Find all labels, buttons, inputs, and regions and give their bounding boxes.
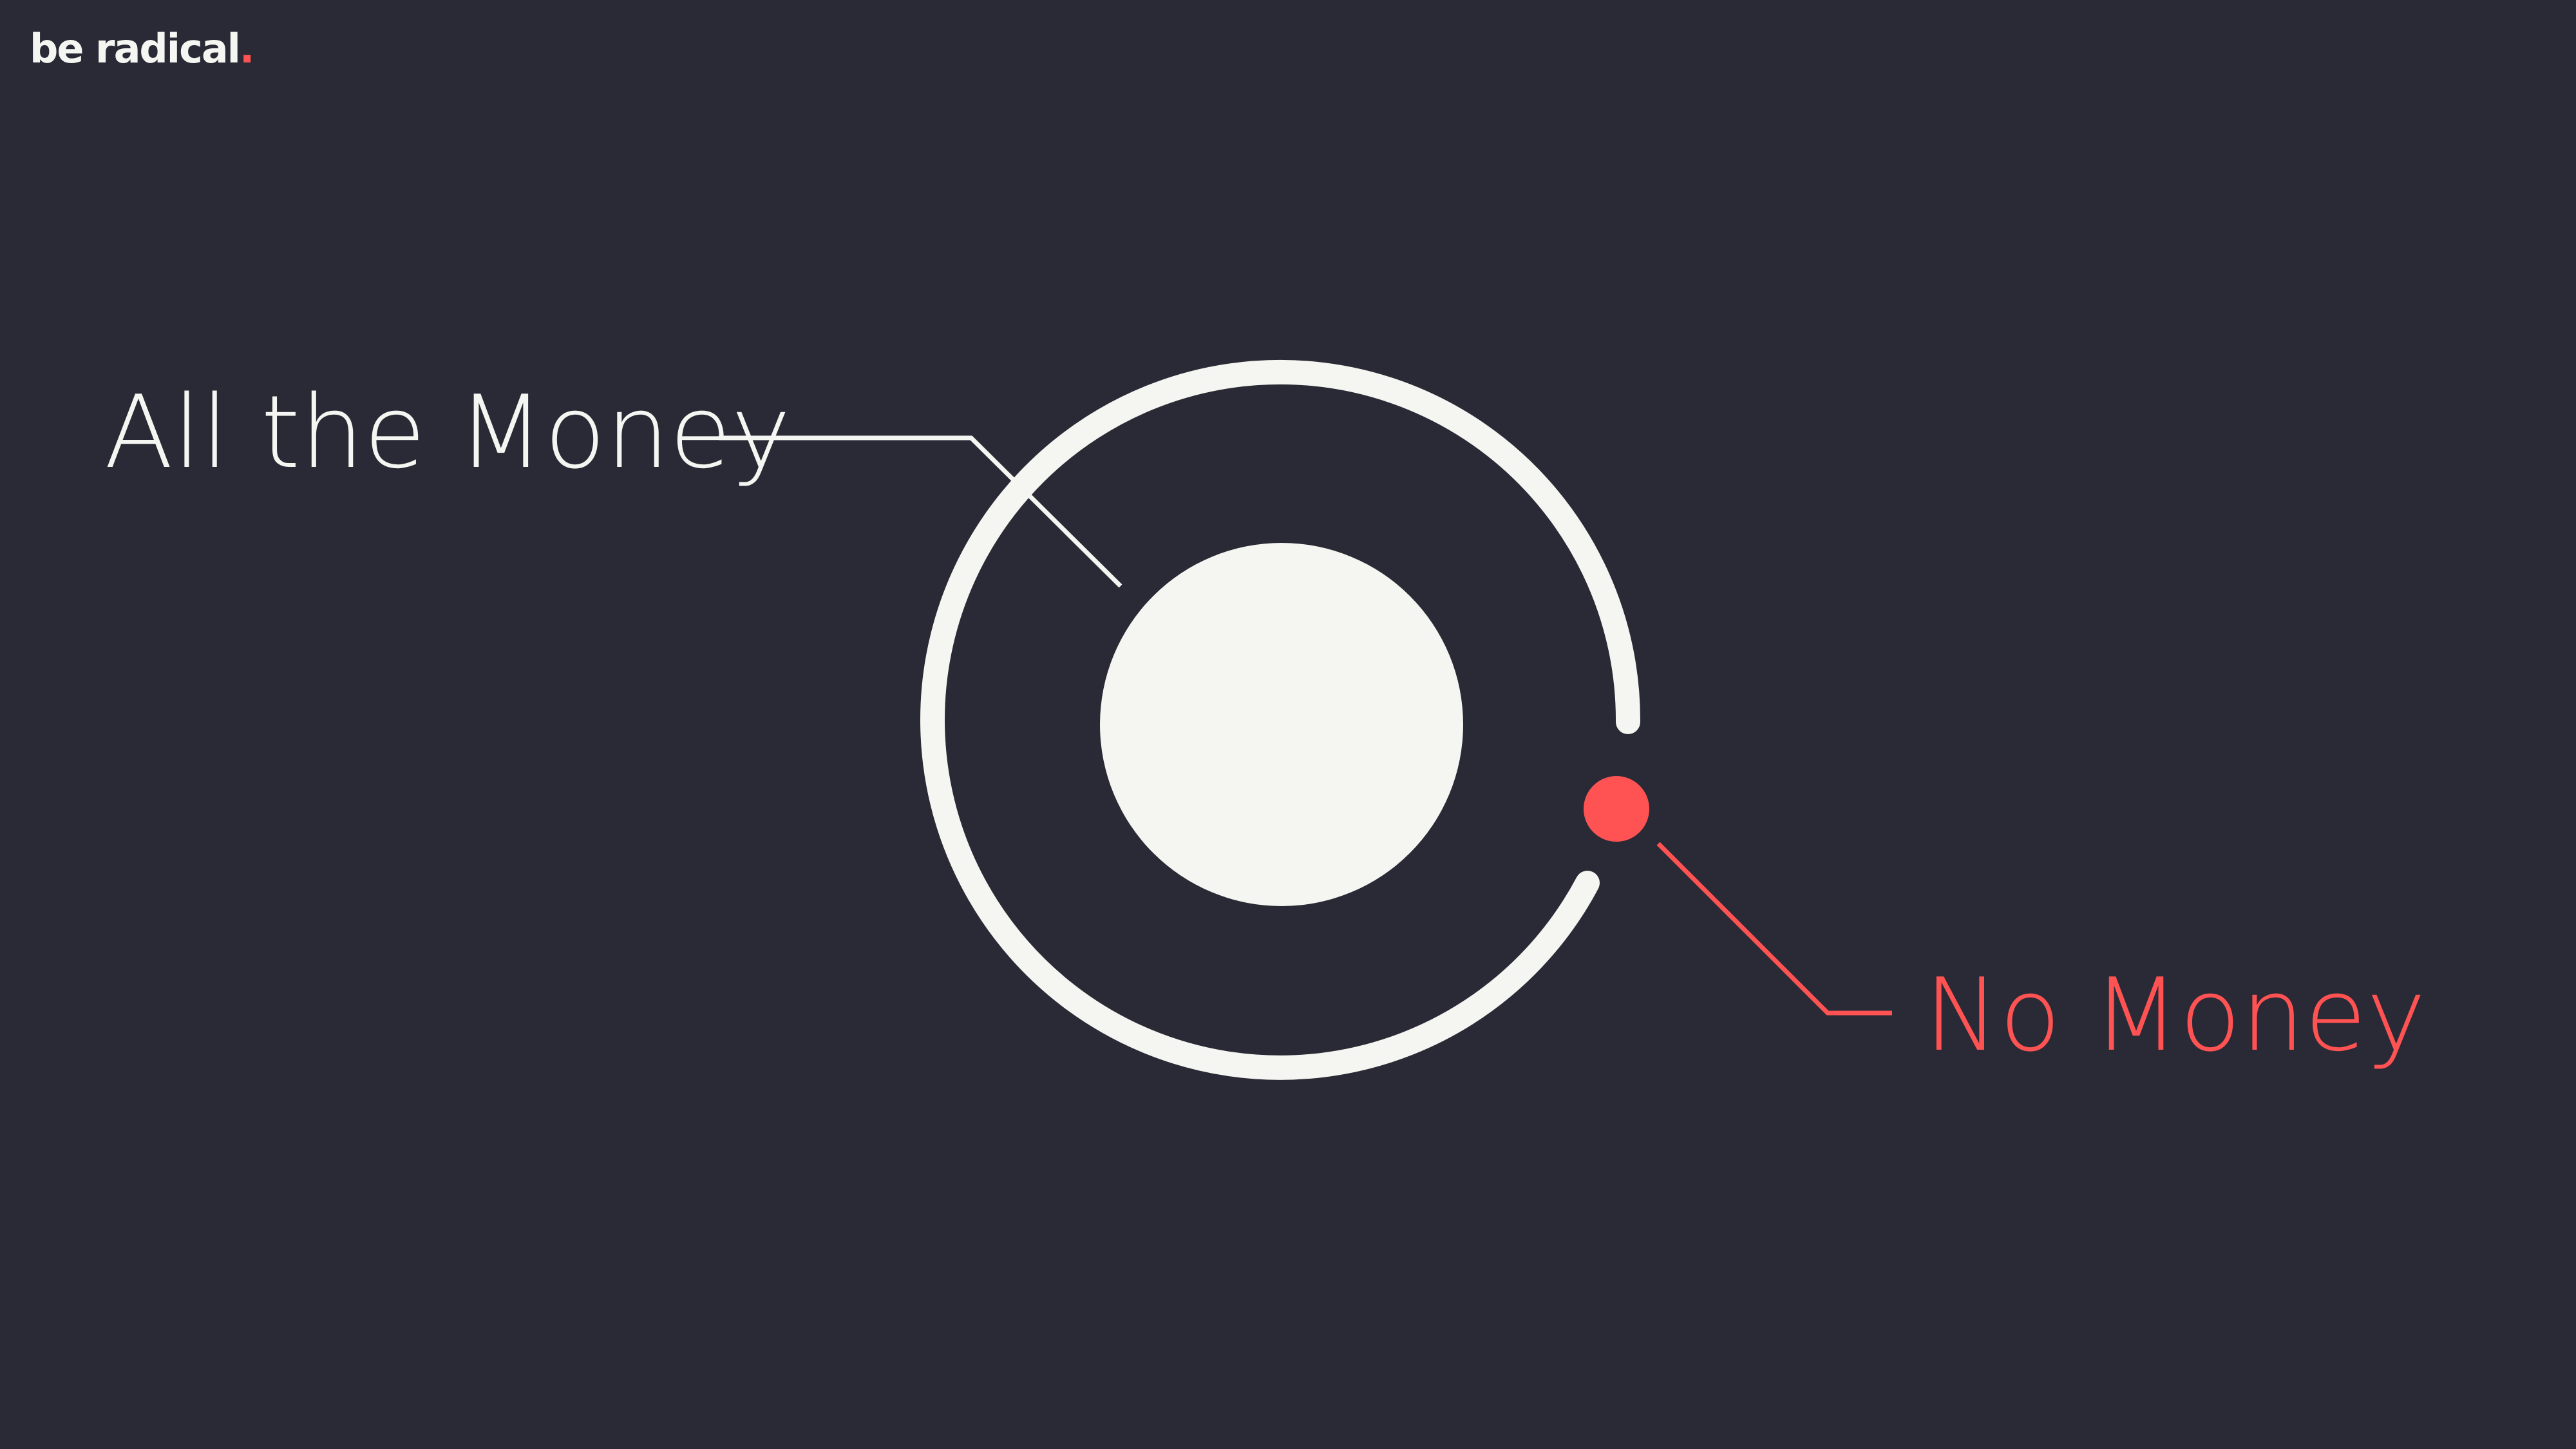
no-money-leader-line	[1656, 842, 1892, 1016]
no-money-label: No Money	[1924, 956, 2426, 1074]
inner-circle	[1100, 543, 1463, 906]
money-diagram: All the Money No Money	[104, 359, 2426, 1080]
all-money-label: All the Money	[104, 374, 791, 491]
red-dot	[1584, 776, 1649, 842]
